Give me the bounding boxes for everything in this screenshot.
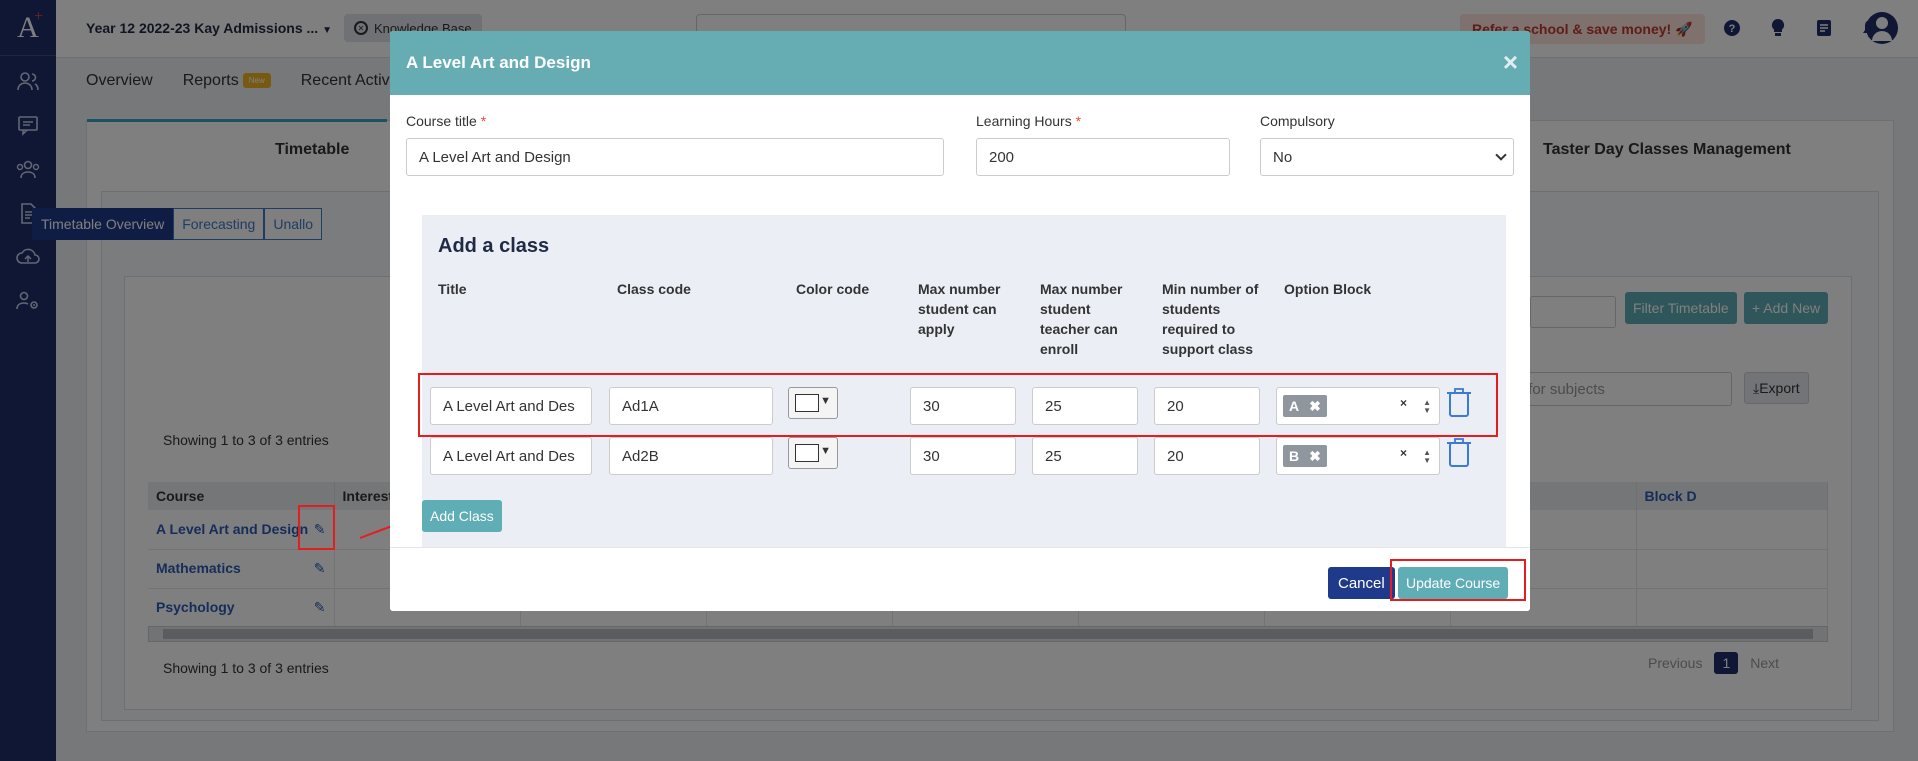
col-color-code: Color code — [796, 281, 870, 297]
option-chip: B ✖ — [1283, 445, 1327, 467]
compulsory-value: No — [1273, 148, 1293, 166]
add-class-button[interactable]: Add Class — [422, 500, 502, 532]
option-chip-label: B — [1289, 448, 1300, 464]
remove-chip-icon[interactable]: ✖ — [1309, 448, 1321, 465]
course-title-input[interactable]: A Level Art and Design — [406, 138, 944, 176]
close-icon[interactable]: × — [1503, 47, 1518, 78]
add-class-heading: Add a class — [438, 235, 550, 257]
annotation-box-edit-icon — [298, 505, 335, 550]
learning-hours-label: Learning Hours * — [976, 113, 1081, 129]
annotation-box-class-row — [418, 373, 1498, 437]
required-mark: * — [480, 113, 487, 129]
learning-hours-label-text: Learning Hours — [976, 113, 1072, 129]
col-option-block: Option Block — [1284, 281, 1372, 297]
course-title-label: Course title * — [406, 113, 486, 129]
class-title-input[interactable]: A Level Art and Des — [430, 437, 592, 475]
clear-icon[interactable]: × — [1400, 446, 1407, 460]
col-class-code: Class code — [617, 281, 691, 297]
chevron-down-icon — [1495, 149, 1507, 161]
cancel-button[interactable]: Cancel — [1328, 567, 1395, 599]
color-picker[interactable]: ▼ — [788, 437, 838, 469]
updown-icon: ▲ ▼ — [1423, 448, 1431, 465]
max-enroll-input[interactable]: 25 — [1032, 437, 1138, 475]
learning-hours-input[interactable]: 200 — [976, 138, 1230, 176]
col-title: Title — [438, 281, 467, 297]
course-title-label-text: Course title — [406, 113, 477, 129]
col-max-apply: Max number student can apply — [918, 281, 1001, 337]
compulsory-label: Compulsory — [1260, 113, 1335, 129]
min-support-input[interactable]: 20 — [1154, 437, 1260, 475]
modal-title: A Level Art and Design — [406, 53, 591, 72]
class-code-input[interactable]: Ad2B — [609, 437, 773, 475]
col-max-enroll: Max number student teacher can enroll — [1040, 281, 1123, 357]
caret-down-icon: ▼ — [820, 445, 831, 457]
option-block-select[interactable]: B ✖ × ▲ ▼ — [1276, 437, 1440, 475]
max-apply-input[interactable]: 30 — [910, 437, 1016, 475]
compulsory-select[interactable]: No — [1260, 138, 1514, 176]
col-min-support: Min number of students required to suppo… — [1162, 281, 1259, 357]
color-swatch-box — [795, 444, 819, 462]
modal-header: A Level Art and Design × — [390, 31, 1530, 95]
edit-course-modal: A Level Art and Design × Course title * … — [390, 31, 1530, 611]
annotation-box-update-button — [1390, 559, 1526, 601]
required-mark: * — [1075, 113, 1082, 129]
trash-icon[interactable] — [1444, 437, 1474, 469]
